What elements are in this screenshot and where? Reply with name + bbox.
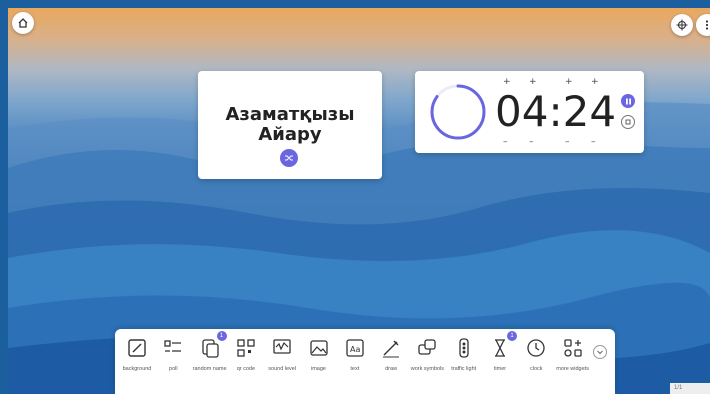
second-tens-minus[interactable]: –	[565, 137, 570, 147]
toolbar-item-poll[interactable]: poll	[153, 337, 193, 373]
toolbar-item-more-widgets[interactable]: more widgets	[553, 337, 593, 373]
second-tens-plus[interactable]: +	[565, 77, 573, 87]
random-name-widget: Азаматқызы Айару	[198, 71, 382, 179]
minute-tens-minus[interactable]: –	[503, 137, 508, 147]
background-icon	[126, 337, 148, 359]
random-name-icon: 1	[199, 331, 227, 359]
toolbar-item-background[interactable]: background	[117, 337, 157, 373]
toolbar-item-label: traffic light	[451, 366, 477, 372]
second-ones-minus[interactable]: –	[591, 137, 596, 147]
toolbar-item-random-name[interactable]: 1 random name	[190, 331, 230, 373]
poll-icon	[162, 337, 184, 359]
toolbar-item-traffic-light[interactable]: traffic light	[444, 337, 484, 373]
page-indicator: 1/1	[670, 383, 710, 394]
svg-text:Aa: Aa	[350, 345, 360, 354]
qr-code-icon	[235, 337, 257, 359]
timer-widget: 04:24 + + + + – – – –	[415, 71, 644, 153]
toolbar-item-label: qr code	[236, 366, 256, 372]
shuffle-button[interactable]	[280, 149, 298, 167]
more-vertical-icon	[705, 20, 709, 30]
toolbar-item-work-symbols[interactable]: work symbols	[407, 337, 447, 373]
stop-button[interactable]	[621, 115, 635, 129]
minute-tens-plus[interactable]: +	[503, 77, 511, 87]
toolbar-item-qr-code[interactable]: qr code	[226, 337, 266, 373]
pause-button[interactable]	[621, 94, 635, 108]
toolbar-item-label: work symbols	[410, 366, 445, 372]
clock-icon	[525, 337, 547, 359]
student-name-line2: Айару	[258, 124, 322, 145]
toolbar-item-label: background	[122, 366, 152, 372]
shuffle-icon	[285, 155, 293, 161]
timer-icon: 1	[489, 331, 517, 359]
pause-icon	[625, 98, 631, 104]
chevron-down-icon	[597, 350, 603, 355]
student-name-line1: Азаматқызы	[225, 104, 355, 125]
toolbar-item-label: timer	[493, 366, 507, 372]
collapse-toolbar-button[interactable]	[593, 345, 607, 359]
toolbar-item-label: random name	[192, 366, 227, 372]
timer-progress-ring	[430, 84, 486, 140]
toolbar-item-label: poll	[169, 366, 178, 372]
sound-level-icon	[271, 337, 293, 359]
toolbar-item-label: more widgets	[556, 366, 589, 372]
minute-ones-plus[interactable]: +	[529, 77, 537, 87]
move-button[interactable]	[671, 14, 693, 36]
toolbar-item-label: image	[311, 366, 326, 372]
home-icon	[18, 18, 28, 28]
work-symbols-icon	[416, 337, 438, 359]
toolbar-item-label: text	[350, 366, 360, 372]
toolbar-item-label: draw	[385, 366, 398, 372]
widget-toolbar: background poll 1 random name qr code sound l…	[115, 329, 615, 394]
minute-ones-minus[interactable]: –	[529, 137, 534, 147]
move-crosshair-icon	[676, 19, 688, 31]
toolbar-item-label: clock	[530, 366, 543, 372]
toolbar-item-image[interactable]: image	[299, 337, 339, 373]
timer-display: 04:24	[495, 87, 617, 136]
more-widgets-icon	[562, 337, 584, 359]
toolbar-item-label: sound level	[268, 366, 297, 372]
second-ones-plus[interactable]: +	[591, 77, 599, 87]
toolbar-item-text[interactable]: Aa text	[335, 337, 375, 373]
home-button[interactable]	[12, 12, 34, 34]
draw-icon	[380, 337, 402, 359]
traffic-light-icon	[453, 337, 475, 359]
image-icon	[308, 337, 330, 359]
text-icon: Aa	[344, 337, 366, 359]
toolbar-item-sound-level[interactable]: sound level	[262, 337, 302, 373]
toolbar-item-timer[interactable]: 1 timer	[480, 331, 520, 373]
toolbar-item-clock[interactable]: clock	[516, 337, 556, 373]
toolbar-item-draw[interactable]: draw	[371, 337, 411, 373]
stop-icon	[625, 119, 631, 125]
